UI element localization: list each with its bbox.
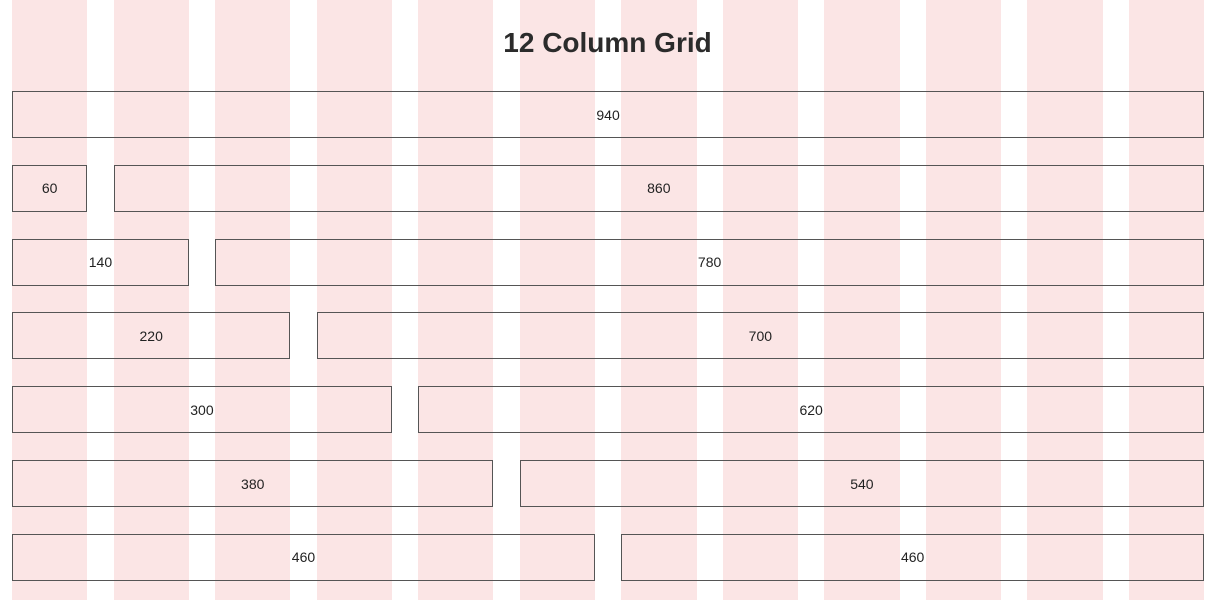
grid-cell: 380 bbox=[12, 460, 494, 507]
grid-cell: 460 bbox=[621, 533, 1205, 581]
grid-cell: 940 bbox=[12, 91, 1205, 138]
grid-cell: 780 bbox=[215, 238, 1205, 286]
grid-cell: 60 bbox=[12, 164, 88, 212]
grid-rows: 940 60 860 140 780 220 700 300 620 380 540 460 460 bbox=[0, 0, 1215, 600]
grid-cell: 700 bbox=[316, 312, 1205, 360]
grid-cell: 140 bbox=[12, 238, 189, 286]
grid-cell: 540 bbox=[519, 460, 1205, 507]
grid-cell: 460 bbox=[12, 533, 595, 581]
grid-cell: 220 bbox=[12, 312, 291, 360]
grid-cell: 620 bbox=[418, 386, 1205, 434]
grid-cell: 300 bbox=[12, 386, 392, 434]
grid-cell: 860 bbox=[113, 164, 1205, 212]
